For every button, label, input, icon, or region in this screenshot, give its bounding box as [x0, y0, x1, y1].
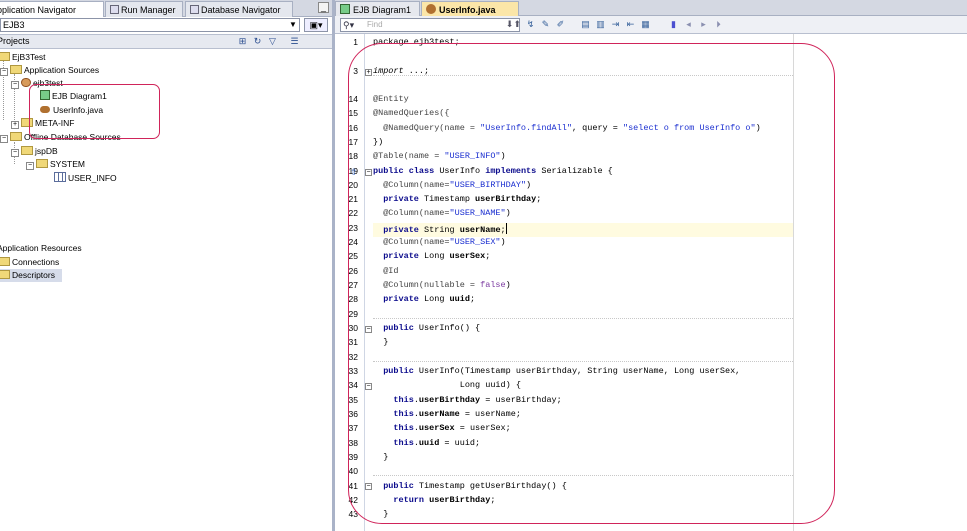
format-icon[interactable]: ▦ [640, 19, 651, 30]
folder-icon [10, 132, 22, 141]
collapse-icon[interactable]: − [0, 68, 8, 76]
collapse-icon[interactable]: − [0, 135, 8, 143]
uncomment-icon[interactable]: ▥ [595, 19, 606, 30]
annotation-circle-right [348, 43, 835, 524]
application-selector-value: EJB3 [3, 20, 25, 30]
outdent-icon[interactable]: ⇤ [625, 19, 636, 30]
indent-icon[interactable]: ⇥ [610, 19, 621, 30]
tree-item-jspdb[interactable]: − jspDB [11, 145, 58, 158]
folder-icon [36, 159, 48, 168]
tab-ejb-diagram[interactable]: EJB Diagram1 [335, 1, 420, 16]
folder-icon [21, 146, 33, 155]
tab-application-navigator[interactable]: Application Navigator [0, 1, 104, 17]
package-icon [21, 78, 31, 87]
find-usages-icon[interactable]: ↯ [525, 19, 536, 30]
table-icon [54, 172, 66, 182]
clear-highlight-icon[interactable]: ✐ [555, 19, 566, 30]
tree-item-label: Application Sources [24, 65, 100, 75]
find-next-prev-icon[interactable]: ⬇⬆ [506, 19, 521, 30]
tree-item-label: jspDB [35, 146, 58, 156]
java-bean-icon [426, 4, 436, 14]
application-resources-label: Application Resources [0, 243, 82, 253]
tree-item-label: EjB3Test [12, 52, 46, 62]
navigator-tab-bar: Application Navigator Run Manager Databa… [0, 0, 332, 17]
tab-label: UserInfo.java [439, 5, 496, 15]
find-input[interactable]: ⚲▾ Find ⬇⬆ [340, 18, 521, 32]
editor-tab-bar: EJB Diagram1 UserInfo.java [335, 0, 967, 16]
clear-bookmarks-icon[interactable]: ⏵ [713, 19, 724, 30]
application-navigator-pane: Application Navigator Run Manager Databa… [0, 0, 332, 531]
tab-database-navigator[interactable]: Database Navigator [185, 1, 293, 17]
folder-icon [0, 257, 10, 266]
tab-userinfo-java[interactable]: UserInfo.java [421, 1, 519, 16]
project-icon [0, 52, 10, 61]
collapse-icon[interactable]: − [26, 162, 34, 170]
chevron-down-icon: ▼ [289, 20, 297, 29]
tab-run-manager[interactable]: Run Manager [105, 1, 183, 17]
application-selector[interactable]: EJB3 ▼ [0, 18, 300, 32]
tree-item-descriptors[interactable]: Descriptors [0, 269, 55, 282]
tree-item-label: USER_INFO [68, 173, 117, 183]
application-resources-header: Application Resources [0, 243, 332, 254]
database-icon [190, 5, 199, 14]
next-bookmark-icon[interactable]: ▸ [698, 19, 709, 30]
run-manager-icon [110, 5, 119, 14]
projects-label: Projects [0, 36, 30, 46]
folder-icon [0, 270, 10, 279]
tab-label: Application Navigator [0, 5, 77, 15]
sort-icon[interactable]: ☰ [289, 36, 300, 47]
projects-header: Projects ⊞ ↻ ▽ ☰ [0, 34, 332, 49]
binoculars-icon[interactable]: ⚲▾ [343, 20, 354, 31]
diagram-icon [340, 4, 350, 14]
line-number: 1 [353, 37, 358, 47]
expand-icon[interactable]: + [11, 121, 19, 129]
bookmark-icon[interactable]: ▮ [668, 19, 679, 30]
application-menu-button[interactable]: ▣▾ [304, 18, 328, 32]
folder-icon [10, 65, 22, 74]
tree-item-label: SYSTEM [50, 159, 85, 169]
find-placeholder: Find [367, 20, 383, 29]
tab-label: EJB Diagram1 [353, 5, 412, 15]
highlight-icon[interactable]: ✎ [540, 19, 551, 30]
tab-label: Run Manager [121, 5, 176, 15]
editor-toolbar: ⚲▾ Find ⬇⬆ ↯ ✎ ✐ ▤ ▥ ⇥ ⇤ ▦ ▮ ◂ ▸ ⏵ [335, 16, 967, 34]
collapse-icon[interactable]: − [11, 149, 19, 157]
filter-icon[interactable]: ▽ [267, 36, 278, 47]
minimize-button[interactable]: _ [318, 2, 329, 13]
tree-item-application-sources[interactable]: − Application Sources [0, 64, 99, 77]
tree-item-label: Descriptors [12, 270, 55, 280]
tab-label: Database Navigator [201, 5, 281, 15]
previous-bookmark-icon[interactable]: ◂ [683, 19, 694, 30]
refresh-icon[interactable]: ↻ [252, 36, 263, 47]
annotation-circle-left [29, 84, 160, 139]
zoom-icon[interactable]: ⊞ [237, 36, 248, 47]
tree-item-connections[interactable]: Connections [0, 256, 59, 269]
tree-item-project[interactable]: EjB3Test [0, 51, 46, 64]
collapse-icon[interactable]: − [11, 81, 19, 89]
tree-item-user-info-table[interactable]: USER_INFO [54, 172, 117, 185]
comment-icon[interactable]: ▤ [580, 19, 591, 30]
tree-item-system[interactable]: − SYSTEM [26, 158, 85, 171]
tree-item-label: Connections [12, 257, 60, 267]
